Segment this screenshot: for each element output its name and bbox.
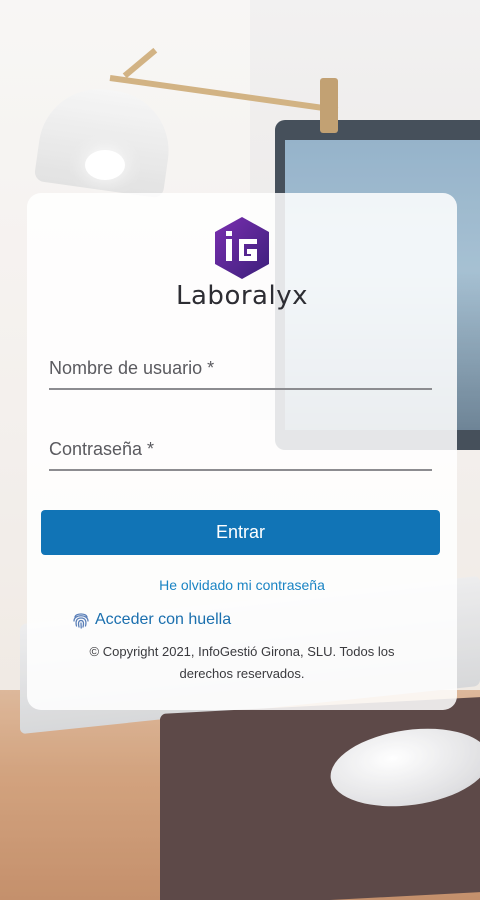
username-field[interactable]: Nombre de usuario * [49,358,432,390]
password-underline [49,469,432,471]
brand-name: Laboralyx [176,281,308,311]
forgot-password-link[interactable]: He olvidado mi contraseña [27,577,457,593]
fingerprint-icon [73,613,89,629]
hexagon-logo-icon [215,217,269,279]
password-field[interactable]: Contraseña * [49,439,432,471]
fingerprint-login-button[interactable]: Acceder con huella [71,610,231,630]
copyright-text: © Copyright 2021, InfoGestió Girona, SLU… [89,644,395,681]
logo [27,215,457,286]
login-button[interactable]: Entrar [41,510,440,555]
login-card: Laboralyx Nombre de usuario * Contraseña… [27,193,457,710]
fingerprint-label: Acceder con huella [95,611,232,628]
password-label: Contraseña * [49,439,155,459]
username-label: Nombre de usuario * [49,358,215,378]
username-underline [49,388,432,390]
